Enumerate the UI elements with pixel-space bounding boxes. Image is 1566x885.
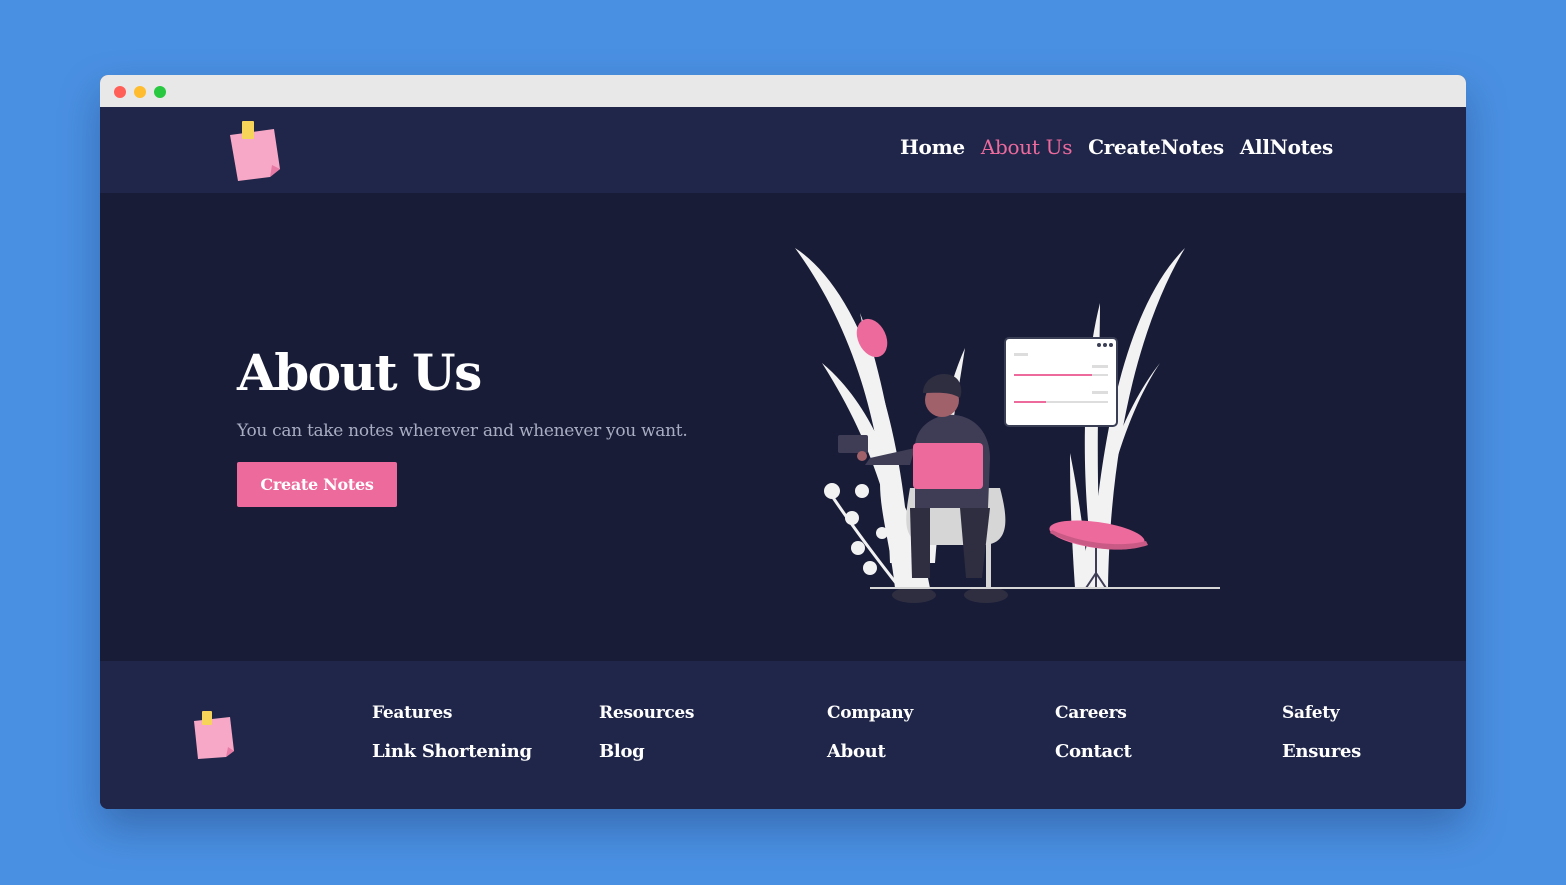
footer-column-resources: Resources Blog xyxy=(599,703,695,762)
footer-heading-company[interactable]: Company xyxy=(827,703,913,723)
footer-column-company: Company About xyxy=(827,703,913,762)
nav-all-notes[interactable]: AllNotes xyxy=(1240,135,1333,159)
page-title: About Us xyxy=(237,343,482,402)
footer-link-about[interactable]: About xyxy=(827,741,913,762)
footer-link-link-shortening[interactable]: Link Shortening xyxy=(372,741,532,762)
footer-link-blog[interactable]: Blog xyxy=(599,741,694,762)
create-notes-button[interactable]: Create Notes xyxy=(237,462,397,507)
nav-about-us[interactable]: About Us xyxy=(981,135,1073,159)
footer-heading-resources[interactable]: Resources xyxy=(599,703,695,723)
browser-window: Home About Us CreateNotes AllNotes About… xyxy=(100,75,1466,809)
footer-heading-careers[interactable]: Careers xyxy=(1055,703,1132,723)
footer-heading-safety[interactable]: Safety xyxy=(1282,703,1361,723)
footer-column-careers: Careers Contact xyxy=(1055,703,1132,762)
footer-link-contact[interactable]: Contact xyxy=(1055,741,1132,762)
footer-heading-features[interactable]: Features xyxy=(372,703,532,723)
main-nav: Home About Us CreateNotes AllNotes xyxy=(900,135,1333,159)
nav-home[interactable]: Home xyxy=(900,135,965,159)
sticky-note-footer-logo-icon[interactable] xyxy=(192,709,238,761)
window-titlebar xyxy=(100,75,1466,107)
footer-column-features: Features Link Shortening xyxy=(372,703,532,762)
maximize-window-button[interactable] xyxy=(154,86,166,98)
minimize-window-button[interactable] xyxy=(134,86,146,98)
close-window-button[interactable] xyxy=(114,86,126,98)
nav-create-notes[interactable]: CreateNotes xyxy=(1088,135,1224,159)
hero-section: About Us You can take notes wherever and… xyxy=(100,193,1466,661)
footer: Features Link Shortening Resources Blog … xyxy=(100,661,1466,809)
footer-link-ensures[interactable]: Ensures xyxy=(1282,741,1361,762)
hero-subtitle: You can take notes wherever and whenever… xyxy=(237,421,688,441)
footer-column-safety: Safety Ensures xyxy=(1282,703,1361,762)
sticky-note-logo-icon[interactable] xyxy=(228,119,284,181)
person-with-laptop-illustration xyxy=(790,243,1260,613)
navbar: Home About Us CreateNotes AllNotes xyxy=(100,107,1466,193)
